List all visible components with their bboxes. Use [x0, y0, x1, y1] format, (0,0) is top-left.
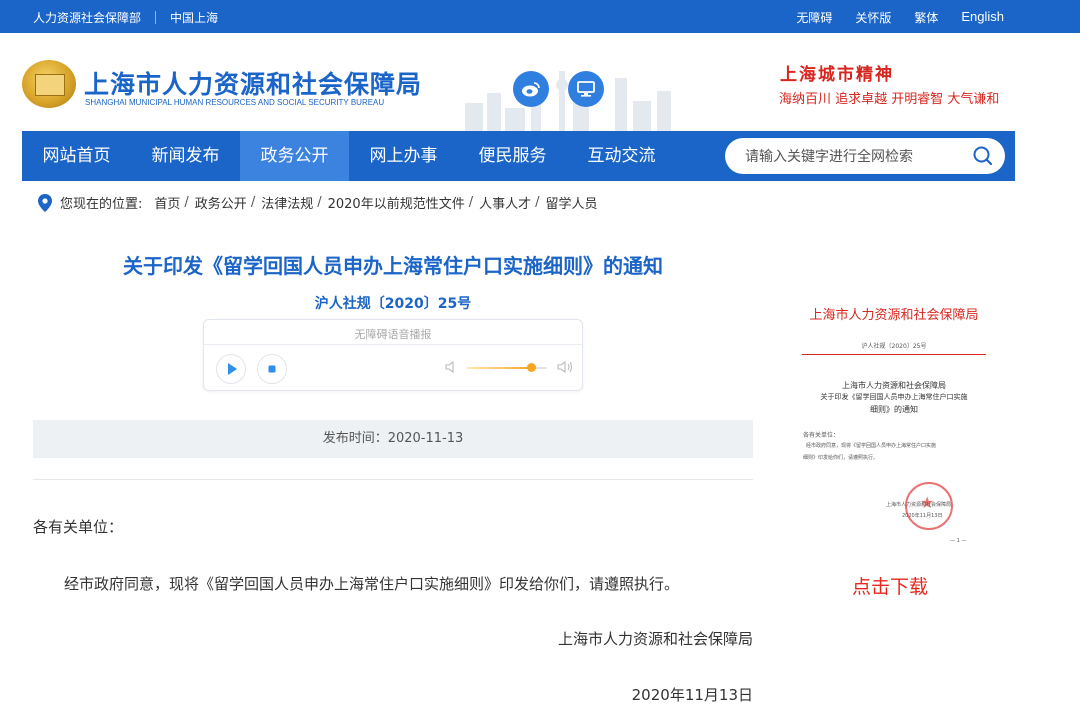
publish-time: 发布时间：2020-11-13	[322, 431, 464, 446]
breadcrumb-gov-affairs[interactable]: 政务公开	[195, 193, 247, 212]
mohrss-link[interactable]: 人力资源社会保障部	[33, 9, 141, 26]
nav-home[interactable]: 网站首页	[22, 131, 131, 181]
preview-header: 上海市人力资源和社会保障局	[809, 308, 979, 323]
preview-title-line-1: 上海市人力资源和社会保障局	[842, 381, 946, 390]
preview-page-number: — 1 —	[950, 538, 967, 544]
player-divider	[204, 344, 582, 345]
stop-icon	[268, 365, 276, 373]
main-nav: 网站首页 新闻发布 政务公开 网上办事 便民服务 互动交流	[22, 131, 1015, 181]
breadcrumb-separator: /	[317, 195, 322, 210]
accessibility-link[interactable]: 无障碍	[796, 9, 832, 26]
nav-online-services[interactable]: 网上办事	[349, 131, 458, 181]
top-left-links: 人力资源社会保障部 中国上海	[33, 9, 218, 26]
content-divider	[33, 479, 753, 480]
player-caption: 无障碍语音播报	[354, 328, 432, 341]
volume-high-icon[interactable]	[556, 360, 574, 374]
china-shanghai-link[interactable]: 中国上海	[170, 9, 218, 26]
nav-interaction[interactable]: 互动交流	[567, 131, 676, 181]
article-title: 关于印发《留学回国人员申办上海常住户口实施细则》的通知	[123, 254, 663, 278]
nav-news[interactable]: 新闻发布	[131, 131, 240, 181]
preview-doc-number: 沪人社规〔2020〕25号	[861, 343, 927, 350]
play-icon	[228, 363, 237, 375]
volume-low-icon[interactable]	[444, 360, 458, 374]
nav-gov-affairs[interactable]: 政务公开	[240, 131, 349, 181]
preview-salutation: 各有关单位：	[803, 432, 840, 439]
preview-title-line-2: 关于印发《留学回国人员申办上海常住户口实施	[820, 393, 968, 401]
preview-sign-org: 上海市人力资源和社会保障局	[886, 502, 952, 508]
signature-date: 2020年11月13日	[631, 686, 753, 704]
publish-time-bar: 发布时间：2020-11-13	[33, 420, 753, 458]
stop-button[interactable]	[257, 354, 287, 384]
search-icon[interactable]	[971, 144, 995, 168]
site-subtitle: SHANGHAI MUNICIPAL HUMAN RESOURCES AND S…	[85, 98, 385, 107]
nav-public-services[interactable]: 便民服务	[458, 131, 567, 181]
city-spirit-title: 上海城市精神	[780, 65, 894, 85]
traditional-chinese-link[interactable]: 繁体	[914, 9, 938, 26]
document-number: 沪人社规〔2020〕25号	[314, 296, 472, 312]
screen-icon[interactable]	[568, 71, 604, 107]
breadcrumb-pre2020-docs[interactable]: 2020年以前规范性文件	[328, 193, 465, 212]
site-title[interactable]: 上海市人力资源和社会保障局	[84, 65, 422, 101]
document-preview-thumbnail[interactable]: 上海市人力资源和社会保障局 沪人社规〔2020〕25号 上海市人力资源和社会保障…	[800, 296, 988, 564]
audio-player: 无障碍语音播报	[203, 319, 583, 391]
volume-knob[interactable]	[527, 363, 536, 372]
preview-body-line-2: 细则》印发给你们，请遵照执行。	[803, 455, 879, 461]
emblem-logo-icon[interactable]	[22, 60, 76, 108]
emblem-inner	[35, 74, 65, 96]
top-right-links: 无障碍 关怀版 繁体 English	[796, 9, 1004, 26]
breadcrumb: 您现在的位置: 首页 / 政务公开 / 法律法规/ 2020年以前规范性文件 / 人事…	[38, 193, 598, 212]
search-box	[725, 138, 1005, 176]
location-pin-icon	[38, 193, 52, 212]
search-input[interactable]	[743, 138, 967, 176]
breadcrumb-separator: /	[468, 195, 474, 210]
site-header: 上海市人力资源和社会保障局 SHANGHAI MUNICIPAL HUMAN R…	[0, 33, 1080, 131]
breadcrumb-separator: /	[250, 195, 256, 210]
preview-red-rule	[802, 354, 986, 355]
signature-organization: 上海市人力资源和社会保障局	[557, 630, 753, 648]
english-link[interactable]: English	[961, 9, 1004, 26]
preview-title-line-3: 细则》的通知	[870, 405, 918, 414]
breadcrumb-overseas-students[interactable]: 留学人员	[546, 193, 598, 212]
breadcrumb-talent[interactable]: 人事人才	[479, 193, 531, 212]
volume-slider[interactable]	[467, 363, 547, 372]
salutation: 各有关单位：	[33, 518, 124, 536]
top-utility-bar: 人力资源社会保障部 中国上海 无障碍 关怀版 繁体 English	[0, 0, 1080, 33]
volume-fill	[467, 367, 531, 369]
play-button[interactable]	[216, 354, 246, 384]
breadcrumb-prefix: 您现在的位置:	[60, 197, 143, 212]
body-paragraph: 经市政府同意，现将《留学回国人员申办上海常住户口实施细则》印发给你们，请遵照执行…	[64, 575, 680, 593]
preview-body-line-1: 经市政府同意，现将《留学回国人员申办上海常住户口实施	[806, 443, 937, 449]
breadcrumb-separator: /	[184, 195, 189, 210]
weibo-icon[interactable]	[513, 71, 549, 107]
breadcrumb-laws[interactable]: 法律法规	[261, 193, 313, 212]
elder-mode-link[interactable]: 关怀版	[855, 9, 891, 26]
download-link[interactable]: 点击下载	[852, 572, 928, 599]
divider	[155, 11, 157, 24]
breadcrumb-separator: /	[535, 195, 540, 210]
city-spirit-text: 海纳百川 追求卓越 开明睿智 大气谦和	[779, 92, 1000, 107]
breadcrumb-home[interactable]: 首页	[154, 193, 180, 212]
preview-sign-date: 2020年11月13日	[902, 513, 943, 519]
